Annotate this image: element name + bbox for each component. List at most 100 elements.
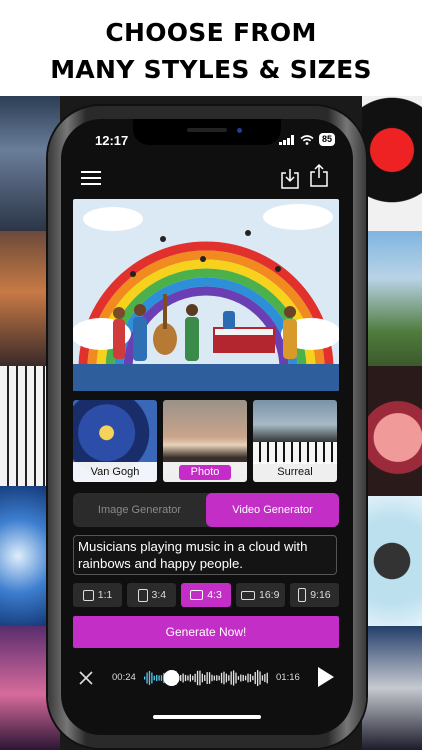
collage-tile-banjo	[362, 231, 422, 366]
wide-ratio-icon	[240, 590, 255, 600]
style-label: Van Gogh	[73, 462, 157, 482]
status-indicators: 85	[278, 133, 335, 146]
prompt-input[interactable]: Musicians playing music in a cloud with …	[73, 535, 337, 575]
collage-tile-gorilla	[362, 496, 422, 626]
waveform-bar	[180, 674, 182, 682]
headline-line-1: CHOOSE FROM	[105, 18, 317, 47]
seek-handle[interactable]	[163, 670, 180, 686]
style-label: Surreal	[253, 462, 337, 482]
waveform-bar	[244, 675, 247, 681]
waveform-bar	[146, 672, 148, 684]
headline: CHOOSE FROM MANY STYLES & SIZES	[0, 14, 422, 88]
waveform-bar	[264, 673, 266, 683]
waveform-bar	[158, 675, 160, 681]
app-screen: 12:17 85 Van Gogh Photo Surreal Image Ge…	[61, 119, 353, 735]
waveform-bar	[230, 671, 232, 685]
waveform-bar	[144, 676, 146, 680]
generate-button[interactable]: Generate Now!	[73, 616, 339, 648]
waveform-bar	[148, 670, 151, 686]
style-picker: Van Gogh Photo Surreal	[73, 400, 339, 482]
waveform-bar	[196, 670, 199, 686]
waveform-bar	[254, 671, 256, 685]
aspect-ratio-picker: 1:1 3:4 4:3 16:9 9:16	[73, 583, 340, 607]
waveform-bar	[156, 674, 158, 682]
tall-ratio-icon	[298, 588, 307, 602]
portrait-ratio-icon	[137, 588, 148, 602]
close-icon[interactable]	[79, 671, 93, 685]
style-card-van-gogh[interactable]: Van Gogh	[73, 400, 157, 482]
wifi-icon	[300, 134, 314, 145]
waveform-bar	[228, 675, 230, 681]
collage-tile-records	[362, 96, 422, 231]
waveform-bar	[242, 674, 244, 682]
style-label: Photo	[163, 462, 247, 482]
waveform-bar	[240, 674, 242, 682]
waveform-bar	[220, 672, 223, 684]
phone-frame: 12:17 85 Van Gogh Photo Surreal Image Ge…	[48, 106, 366, 748]
generator-mode-toggle: Image Generator Video Generator	[73, 493, 339, 527]
waveform-bar	[256, 670, 259, 686]
size-option-16-9[interactable]: 16:9	[235, 583, 285, 607]
waveform-bar	[249, 674, 252, 682]
waveform-bar	[189, 674, 191, 682]
status-time: 12:17	[95, 133, 129, 148]
waveform-bar	[259, 671, 261, 685]
musicians-rainbow-illustration	[73, 199, 339, 391]
video-generator-tab[interactable]: Video Generator	[206, 493, 339, 527]
audio-waveform[interactable]	[144, 663, 269, 693]
waveform-bar	[153, 675, 155, 681]
image-generator-tab[interactable]: Image Generator	[73, 493, 206, 527]
collage-tile-guitar	[362, 366, 422, 496]
waveform-bar	[223, 671, 225, 685]
waveform-bar	[211, 674, 213, 682]
style-card-surreal[interactable]: Surreal	[253, 400, 337, 482]
size-option-4-3[interactable]: 4:3	[181, 583, 231, 607]
size-option-1-1[interactable]: 1:1	[73, 583, 123, 607]
waveform-bar	[184, 674, 187, 682]
share-icon[interactable]	[309, 163, 329, 187]
elapsed-time: 00:24	[112, 672, 136, 683]
speaker	[187, 128, 227, 132]
size-option-9-16[interactable]: 9:16	[289, 583, 340, 607]
size-option-3-4[interactable]: 3:4	[127, 583, 177, 607]
headline-line-2: MANY STYLES & SIZES	[50, 55, 372, 84]
generated-image-preview[interactable]	[73, 199, 339, 391]
waveform-bar	[182, 673, 184, 683]
waveform-bar	[252, 675, 254, 681]
waveform-bar	[235, 672, 237, 684]
landscape-ratio-icon	[190, 590, 204, 600]
waveform-bar	[187, 675, 189, 681]
selected-style-pill: Photo	[178, 465, 232, 480]
waveform-bar	[206, 672, 208, 684]
waveform-bar	[194, 673, 196, 683]
piano-keys	[253, 442, 337, 464]
play-icon[interactable]	[317, 666, 335, 688]
waveform-bar	[266, 672, 268, 684]
waveform-bar	[213, 675, 216, 681]
waveform-bar	[208, 672, 211, 684]
waveform-bar	[218, 675, 220, 681]
notch	[133, 119, 281, 145]
home-indicator	[153, 715, 261, 719]
app-toolbar	[61, 163, 353, 197]
waveform-bar	[201, 673, 204, 683]
collage-tile-trumpet	[362, 626, 422, 750]
style-card-photo[interactable]: Photo	[163, 400, 247, 482]
battery-indicator: 85	[318, 133, 335, 146]
waveform-bar	[216, 675, 218, 681]
signal-icon	[278, 134, 294, 145]
audio-player: 00:24 01:16	[61, 657, 353, 701]
hamburger-menu-icon[interactable]	[81, 171, 101, 185]
square-ratio-icon	[82, 589, 94, 601]
front-camera	[237, 128, 242, 133]
waveform-bar	[225, 673, 228, 683]
import-icon[interactable]	[280, 165, 300, 189]
waveform-bar	[232, 670, 235, 686]
waveform-bar	[199, 670, 201, 686]
waveform-bar	[237, 676, 240, 680]
waveform-bar	[160, 675, 163, 681]
total-time: 01:16	[276, 672, 300, 683]
waveform-bar	[204, 674, 206, 682]
waveform-bar	[151, 672, 153, 684]
waveform-bar	[247, 673, 249, 683]
